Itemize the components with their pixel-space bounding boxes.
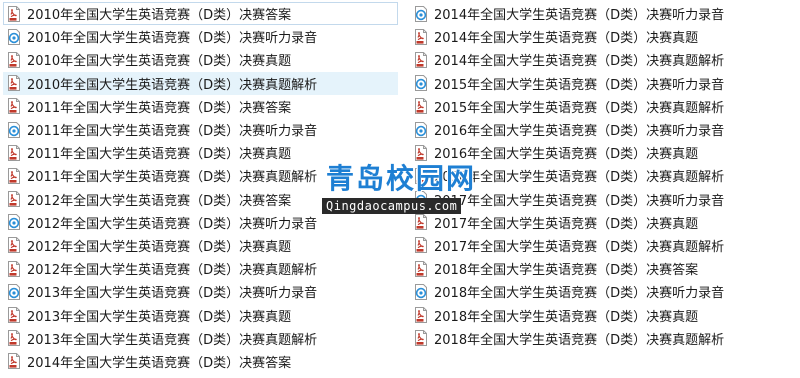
file-name: 2011年全国大学生英语竞赛（D类）决赛真题解析 (27, 170, 318, 186)
file-name: 2012年全国大学生英语竞赛（D类）决赛真题解析 (27, 263, 318, 279)
pdf-icon (7, 51, 21, 68)
pdf-icon (7, 307, 21, 324)
file-item[interactable]: 2015年全国大学生英语竞赛（D类）决赛听力录音 (410, 72, 800, 95)
file-name: 2011年全国大学生英语竞赛（D类）决赛听力录音 (27, 124, 318, 140)
file-name: 2015年全国大学生英语竞赛（D类）决赛听力录音 (434, 77, 725, 93)
file-item[interactable]: 2010年全国大学生英语竞赛（D类）决赛听力录音 (3, 25, 398, 48)
audio-icon (7, 283, 21, 300)
file-item[interactable]: 2017年全国大学生英语竞赛（D类）决赛听力录音 (410, 188, 800, 211)
audio-icon (7, 121, 21, 138)
file-item[interactable]: 2014年全国大学生英语竞赛（D类）决赛真题解析 (410, 48, 800, 71)
pdf-icon (7, 330, 21, 347)
file-item[interactable]: 2017年全国大学生英语竞赛（D类）决赛真题 (410, 211, 800, 234)
audio-icon (414, 283, 428, 300)
audio-icon (414, 191, 428, 208)
file-name: 2010年全国大学生英语竞赛（D类）决赛听力录音 (27, 31, 318, 47)
file-name: 2011年全国大学生英语竞赛（D类）决赛真题 (27, 147, 292, 163)
file-item[interactable]: 2014年全国大学生英语竞赛（D类）决赛听力录音 (410, 2, 800, 25)
file-name: 2010年全国大学生英语竞赛（D类）决赛真题 (27, 54, 292, 70)
pdf-icon (414, 167, 428, 184)
file-item[interactable]: 2014年全国大学生英语竞赛（D类）决赛答案 (3, 350, 398, 373)
audio-icon (414, 75, 428, 92)
file-name: 2014年全国大学生英语竞赛（D类）决赛听力录音 (434, 8, 725, 24)
pdf-icon (7, 75, 21, 92)
pdf-icon (7, 191, 21, 208)
file-name: 2014年全国大学生英语竞赛（D类）决赛答案 (27, 355, 292, 371)
file-name: 2010年全国大学生英语竞赛（D类）决赛真题解析 (27, 77, 318, 93)
pdf-icon (414, 144, 428, 161)
file-name: 2013年全国大学生英语竞赛（D类）决赛真题解析 (27, 332, 318, 348)
file-name: 2011年全国大学生英语竞赛（D类）决赛答案 (27, 100, 292, 116)
pdf-icon (414, 98, 428, 115)
audio-icon (414, 121, 428, 138)
file-list-right: 2014年全国大学生英语竞赛（D类）决赛听力录音 2014年全国大学生英语竞赛（… (410, 2, 800, 350)
file-name: 2012年全国大学生英语竞赛（D类）决赛听力录音 (27, 216, 318, 232)
pdf-icon (414, 51, 428, 68)
file-name: 2018年全国大学生英语竞赛（D类）决赛真题 (434, 309, 699, 325)
pdf-icon (7, 260, 21, 277)
file-name: 2012年全国大学生英语竞赛（D类）决赛答案 (27, 193, 292, 209)
file-name: 2016年全国大学生英语竞赛（D类）决赛听力录音 (434, 124, 725, 140)
file-name: 2010年全国大学生英语竞赛（D类）决赛答案 (27, 8, 292, 24)
file-name: 2013年全国大学生英语竞赛（D类）决赛真题 (27, 309, 292, 325)
file-list-left: 2010年全国大学生英语竞赛（D类）决赛答案 2010年全国大学生英语竞赛（D类… (3, 2, 398, 373)
audio-icon (414, 5, 428, 22)
file-item[interactable]: 2010年全国大学生英语竞赛（D类）决赛答案 (3, 2, 398, 26)
file-item[interactable]: 2013年全国大学生英语竞赛（D类）决赛听力录音 (3, 280, 398, 303)
pdf-icon (414, 28, 428, 45)
file-name: 2018年全国大学生英语竞赛（D类）决赛真题解析 (434, 332, 725, 348)
file-name: 2016年全国大学生英语竞赛（D类）决赛真题 (434, 147, 699, 163)
file-item[interactable]: 2011年全国大学生英语竞赛（D类）决赛真题解析 (3, 164, 398, 187)
file-item[interactable]: 2018年全国大学生英语竞赛（D类）决赛听力录音 (410, 280, 800, 303)
file-item[interactable]: 2012年全国大学生英语竞赛（D类）决赛真题 (3, 234, 398, 257)
file-item[interactable]: 2011年全国大学生英语竞赛（D类）决赛答案 (3, 95, 398, 118)
audio-icon (7, 28, 21, 45)
file-item[interactable]: 2010年全国大学生英语竞赛（D类）决赛真题解析 (3, 71, 398, 95)
file-item[interactable]: 2016年全国大学生英语竞赛（D类）决赛真题 (410, 141, 800, 164)
pdf-icon (414, 260, 428, 277)
file-item[interactable]: 2016年全国大学生英语竞赛（D类）决赛听力录音 (410, 118, 800, 141)
pdf-icon (414, 330, 428, 347)
file-name: 2014年全国大学生英语竞赛（D类）决赛真题 (434, 31, 699, 47)
file-name: 2012年全国大学生英语竞赛（D类）决赛真题 (27, 239, 292, 255)
file-item[interactable]: 2012年全国大学生英语竞赛（D类）决赛真题解析 (3, 257, 398, 280)
file-item[interactable]: 2013年全国大学生英语竞赛（D类）决赛真题解析 (3, 327, 398, 350)
file-name: 2014年全国大学生英语竞赛（D类）决赛真题解析 (434, 54, 725, 70)
pdf-icon (7, 144, 21, 161)
file-item[interactable]: 2018年全国大学生英语竞赛（D类）决赛答案 (410, 257, 800, 280)
file-name: 2017年全国大学生英语竞赛（D类）决赛真题 (434, 216, 699, 232)
file-name: 2016年全国大学生英语竞赛（D类）决赛真题解析 (434, 170, 725, 186)
file-item[interactable]: 2016年全国大学生英语竞赛（D类）决赛真题解析 (410, 164, 800, 187)
pdf-icon (7, 167, 21, 184)
pdf-icon (7, 237, 21, 254)
file-item[interactable]: 2011年全国大学生英语竞赛（D类）决赛听力录音 (3, 118, 398, 141)
file-item[interactable]: 2011年全国大学生英语竞赛（D类）决赛真题 (3, 141, 398, 164)
file-item[interactable]: 2014年全国大学生英语竞赛（D类）决赛真题 (410, 25, 800, 48)
file-item[interactable]: 2017年全国大学生英语竞赛（D类）决赛真题解析 (410, 234, 800, 257)
pdf-icon (414, 307, 428, 324)
file-item[interactable]: 2018年全国大学生英语竞赛（D类）决赛真题 (410, 303, 800, 326)
pdf-icon (7, 5, 21, 22)
file-item[interactable]: 2013年全国大学生英语竞赛（D类）决赛真题 (3, 303, 398, 326)
pdf-icon (7, 98, 21, 115)
file-item[interactable]: 2012年全国大学生英语竞赛（D类）决赛听力录音 (3, 211, 398, 234)
file-item[interactable]: 2018年全国大学生英语竞赛（D类）决赛真题解析 (410, 327, 800, 350)
file-item[interactable]: 2015年全国大学生英语竞赛（D类）决赛真题解析 (410, 95, 800, 118)
audio-icon (7, 214, 21, 231)
file-name: 2018年全国大学生英语竞赛（D类）决赛听力录音 (434, 286, 725, 302)
pdf-icon (7, 353, 21, 370)
file-item[interactable]: 2012年全国大学生英语竞赛（D类）决赛答案 (3, 188, 398, 211)
file-name: 2015年全国大学生英语竞赛（D类）决赛真题解析 (434, 100, 725, 116)
file-name: 2013年全国大学生英语竞赛（D类）决赛听力录音 (27, 286, 318, 302)
pdf-icon (414, 237, 428, 254)
file-name: 2017年全国大学生英语竞赛（D类）决赛真题解析 (434, 239, 725, 255)
file-item[interactable]: 2010年全国大学生英语竞赛（D类）决赛真题 (3, 48, 398, 71)
pdf-icon (414, 214, 428, 231)
file-name: 2018年全国大学生英语竞赛（D类）决赛答案 (434, 263, 699, 279)
file-name: 2017年全国大学生英语竞赛（D类）决赛听力录音 (434, 193, 725, 209)
